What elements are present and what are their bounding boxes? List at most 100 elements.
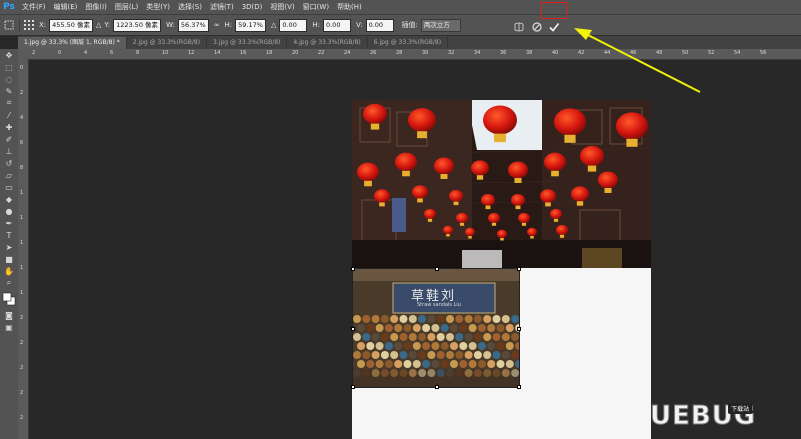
ruler-tick-label: 54 — [734, 50, 741, 56]
ruler-tick-label: 2 — [32, 50, 36, 56]
cancel-icon — [532, 22, 542, 32]
transform-tool-icon[interactable] — [4, 20, 14, 30]
cancel-transform-button[interactable] — [531, 18, 543, 32]
move-tool-icon[interactable]: ✥ — [0, 49, 18, 61]
ruler-tick-label: 8 — [20, 165, 24, 171]
menu-type[interactable]: 类型(Y) — [142, 0, 174, 14]
ruler-tick-label: 22 — [318, 50, 325, 56]
menu-3d[interactable]: 3D(D) — [238, 0, 267, 14]
menu-edit[interactable]: 编辑(E) — [50, 0, 82, 14]
ruler-tick-label: 56 — [760, 50, 767, 56]
ruler-tick-label: 26 — [370, 50, 377, 56]
rotate-icon: △ — [270, 21, 277, 29]
tab-document-2[interactable]: 2.jpg @ 33.3%(RGB/8) — [126, 37, 208, 49]
path-select-icon[interactable]: ➤ — [0, 241, 18, 253]
warp-icon — [514, 22, 524, 32]
watermark-badge: 下载站 — [728, 403, 753, 414]
handle-middle-left[interactable] — [351, 327, 355, 331]
ruler-tick-label: 6 — [20, 140, 24, 146]
hskew-label: H: — [312, 21, 320, 29]
ruler-tick-label: 1 — [20, 290, 24, 296]
blur-tool-icon[interactable]: ◆ — [0, 193, 18, 205]
tab-document-4[interactable]: 4.jpg @ 33.3%(RGB/8) — [287, 37, 368, 49]
clone-stamp-icon[interactable]: ⊥ — [0, 145, 18, 157]
ruler-tick-label: 12 — [188, 50, 195, 56]
ruler-tick-label: 0 — [58, 50, 62, 56]
handle-bottom-center[interactable] — [435, 385, 439, 389]
transform-bounding-box[interactable] — [351, 267, 521, 389]
menu-file[interactable]: 文件(F) — [18, 0, 50, 14]
healing-brush-icon[interactable]: ✚ — [0, 121, 18, 133]
shape-tool-icon[interactable]: ■ — [0, 253, 18, 265]
type-tool-icon[interactable]: T — [0, 229, 18, 241]
commit-transform-button[interactable] — [548, 18, 560, 32]
link-icon[interactable]: ∞ — [214, 21, 220, 29]
history-brush-icon[interactable]: ↺ — [0, 157, 18, 169]
ruler-tick-label: 30 — [422, 50, 429, 56]
ruler-tick-label: 32 — [448, 50, 455, 56]
gradient-tool-icon[interactable]: ▭ — [0, 181, 18, 193]
menu-select[interactable]: 选择(S) — [174, 0, 206, 14]
eraser-tool-icon[interactable]: ▱ — [0, 169, 18, 181]
ruler-tick-label: 40 — [552, 50, 559, 56]
color-swatches-icon[interactable] — [0, 289, 18, 309]
menu-image[interactable]: 图像(I) — [81, 0, 111, 14]
menu-layer[interactable]: 图层(L) — [111, 0, 142, 14]
menu-view[interactable]: 视图(V) — [266, 0, 298, 14]
pen-tool-icon[interactable]: ✒ — [0, 217, 18, 229]
width-field[interactable]: 56.37% — [177, 18, 209, 32]
ruler-tick-label: 28 — [396, 50, 403, 56]
menu-help[interactable]: 帮助(H) — [333, 0, 366, 14]
hskew-field[interactable]: 0.00 — [322, 18, 351, 32]
eyedropper-tool-icon[interactable]: ⁄ — [0, 109, 18, 121]
handle-top-center[interactable] — [435, 267, 439, 271]
dodge-tool-icon[interactable]: ● — [0, 205, 18, 217]
quick-mask-icon[interactable]: ◙ — [0, 309, 18, 321]
interpolation-label: 插值: — [401, 21, 418, 29]
brush-tool-icon[interactable]: ✐ — [0, 133, 18, 145]
screen-mode-icon[interactable]: ▣ — [0, 321, 18, 333]
menu-window[interactable]: 窗口(W) — [299, 0, 333, 14]
handle-bottom-left[interactable] — [351, 385, 355, 389]
handle-bottom-right[interactable] — [517, 385, 521, 389]
vskew-field[interactable]: 0.00 — [365, 18, 394, 32]
ruler-tick-label: 1 — [20, 190, 24, 196]
handle-top-left[interactable] — [351, 267, 355, 271]
ruler-tick-label: 1 — [20, 265, 24, 271]
ruler-tick-label: 8 — [136, 50, 140, 56]
x-label: X: — [39, 21, 47, 29]
ruler-tick-label: 16 — [240, 50, 247, 56]
ruler-tick-label: 0 — [20, 65, 24, 71]
tab-document-3[interactable]: 3.jpg @ 33.3%(RGB/8) — [207, 37, 288, 49]
y-field[interactable]: 1223.50 像素 — [113, 18, 162, 32]
hand-tool-icon[interactable]: ✋ — [0, 265, 18, 277]
photoshop-logo: Ps — [3, 2, 15, 12]
ruler-tick-label: 4 — [84, 50, 88, 56]
h-label: H: — [224, 21, 233, 29]
menu-filter[interactable]: 滤镜(T) — [206, 0, 238, 14]
handle-middle-right[interactable] — [517, 327, 521, 331]
zoom-tool-icon[interactable]: ⌕ — [0, 277, 18, 289]
handle-top-right[interactable] — [517, 267, 521, 271]
y-label: Y: — [104, 21, 111, 29]
reference-point-icon[interactable] — [24, 20, 34, 30]
commit-highlight — [541, 2, 567, 19]
warp-mode-button[interactable] — [513, 18, 525, 32]
ruler-tick-label: 6 — [110, 50, 114, 56]
height-field[interactable]: 59.17% — [235, 18, 266, 32]
watermark: UEBUG 下载站 — [649, 398, 756, 434]
ruler-tick-label: 2 — [20, 315, 24, 321]
ruler-tick-label: 36 — [500, 50, 507, 56]
crop-tool-icon[interactable]: ⌗ — [0, 97, 18, 109]
marquee-tool-icon[interactable]: ⬚ — [0, 61, 18, 73]
angle-field[interactable]: 0.00 — [279, 18, 308, 32]
lasso-tool-icon[interactable]: ◌ — [0, 73, 18, 85]
interpolation-select[interactable]: 两次立方 — [420, 18, 461, 32]
tab-document-1[interactable]: 1.jpg @ 33.3% (图层 1, RGB/8) * — [18, 37, 127, 49]
x-field[interactable]: 455.50 像素 — [49, 18, 93, 32]
quick-select-tool-icon[interactable]: ✎ — [0, 85, 18, 97]
ruler-tick-label: 18 — [266, 50, 273, 56]
tab-document-6[interactable]: 6.jpg @ 33.3%(RGB/8) — [367, 37, 449, 49]
delta-icon[interactable]: △ — [96, 21, 101, 29]
ruler-tick-label: 24 — [344, 50, 351, 56]
